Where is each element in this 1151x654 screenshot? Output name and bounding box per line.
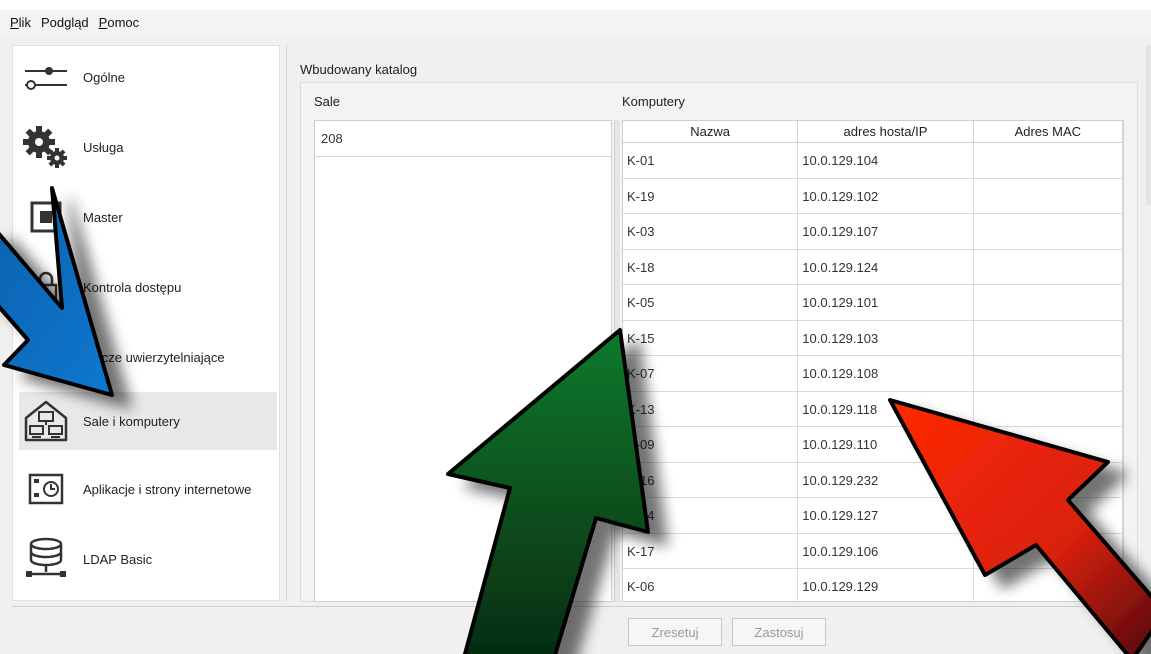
cell-name: K-18 xyxy=(623,249,799,284)
cell-host: 10.0.129.107 xyxy=(798,214,974,249)
sidebar-item-kontrola-dostepu[interactable]: Kontrola dostępu xyxy=(19,258,277,316)
table-row[interactable]: K-07 10.0.129.108 xyxy=(623,356,1123,392)
cell-host: 10.0.129.110 xyxy=(798,427,974,462)
column-header-host[interactable]: adres hosta/IP xyxy=(798,121,974,142)
access-control-icon xyxy=(19,262,73,312)
table-row[interactable]: K-05 10.0.129.101 xyxy=(623,285,1123,321)
cell-host: 10.0.129.103 xyxy=(798,320,974,355)
column-header-mac[interactable]: Adres MAC xyxy=(974,121,1123,142)
sidebar-item-usluga[interactable]: Usługa xyxy=(19,118,277,176)
cell-host: 10.0.129.118 xyxy=(798,391,974,426)
sidebar-item-label: Usługa xyxy=(83,139,124,155)
list-item[interactable]: 208 xyxy=(315,121,611,157)
menu-plik[interactable]: Plik xyxy=(10,15,31,30)
sidebar-item-label: Ogólne xyxy=(83,69,125,85)
sidebar-item-label: Master xyxy=(83,209,123,225)
cell-name: K-15 xyxy=(623,320,799,355)
window-top-strip xyxy=(0,0,1151,10)
bottom-divider xyxy=(12,606,1140,607)
cell-mac xyxy=(974,462,1123,497)
table-row[interactable]: K-15 10.0.129.103 xyxy=(623,320,1123,356)
table-header: Nazwa adres hosta/IP Adres MAC xyxy=(623,121,1123,143)
column-header-nazwa[interactable]: Nazwa xyxy=(623,121,799,142)
table-row[interactable]: K-19 10.0.129.102 xyxy=(623,178,1123,214)
cell-mac xyxy=(974,285,1123,320)
sidebar-item-label: LDAP Basic xyxy=(83,551,153,567)
cell-host: 10.0.129.101 xyxy=(798,285,974,320)
menubar: Plik Podgląd Pomoc xyxy=(0,10,1151,34)
cell-name: K-07 xyxy=(623,356,799,391)
table-row[interactable]: K-06 10.0.129.129 xyxy=(623,569,1123,601)
gears-icon xyxy=(19,122,73,172)
key-icon xyxy=(19,332,73,382)
cell-mac xyxy=(974,569,1123,601)
rooms-computers-icon xyxy=(19,396,73,446)
cell-mac xyxy=(974,391,1123,426)
table-body: K-01 10.0.129.104 K-19 10.0.129.102 K-03 10.0… xyxy=(623,143,1123,601)
cell-mac xyxy=(974,356,1123,391)
sidebar-item-sale-i-komputery[interactable]: Sale i komputery xyxy=(19,392,277,450)
sidebar-item-label: Kontrola dostępu xyxy=(83,279,182,295)
panel-splitter[interactable] xyxy=(286,45,287,601)
cell-name: K-14 xyxy=(623,498,799,533)
cell-name: K-09 xyxy=(623,427,799,462)
reset-button[interactable]: Zresetuj xyxy=(628,618,722,646)
sliders-icon xyxy=(19,52,73,102)
cell-name: K-16 xyxy=(623,462,799,497)
table-row[interactable]: K-03 10.0.129.107 xyxy=(623,214,1123,250)
cell-mac xyxy=(974,427,1123,462)
cell-host: 10.0.129.127 xyxy=(798,498,974,533)
sidebar-item-ldap-basic[interactable]: LDAP Basic xyxy=(19,530,277,588)
rooms-list[interactable]: 208 xyxy=(314,120,612,602)
list-splitter[interactable] xyxy=(614,120,620,602)
table-row[interactable]: K-16 10.0.129.232 xyxy=(623,462,1123,498)
cell-name: K-05 xyxy=(623,285,799,320)
menu-podglad[interactable]: Podgląd xyxy=(41,15,89,30)
cell-host: 10.0.129.232 xyxy=(798,462,974,497)
ldap-database-icon xyxy=(19,534,73,584)
cell-name: K-06 xyxy=(623,569,799,601)
table-row[interactable]: K-13 10.0.129.118 xyxy=(623,391,1123,427)
cell-name: K-03 xyxy=(623,214,799,249)
cell-name: K-19 xyxy=(623,178,799,213)
computers-table[interactable]: Nazwa adres hosta/IP Adres MAC K-01 10.0.… xyxy=(622,120,1124,602)
sidebar-item-aplikacje[interactable]: Aplikacje i strony internetowe xyxy=(19,460,277,518)
cell-mac xyxy=(974,498,1123,533)
sidebar-item-label: Aplikacje i strony internetowe xyxy=(83,481,252,497)
cell-mac xyxy=(974,249,1123,284)
cell-name: K-13 xyxy=(623,391,799,426)
sidebar-item-ogolne[interactable]: Ogólne xyxy=(19,48,277,106)
cell-mac xyxy=(974,178,1123,213)
apply-button[interactable]: Zastosuj xyxy=(732,618,826,646)
sidebar: Ogólne Usługa Master Kontrola dostępu Kl… xyxy=(12,45,280,601)
table-row[interactable]: K-09 10.0.129.110 xyxy=(623,427,1123,463)
cell-name: K-17 xyxy=(623,533,799,568)
table-row[interactable]: K-14 10.0.129.127 xyxy=(623,498,1123,534)
sidebar-item-label: Sale i komputery xyxy=(83,413,180,429)
scrollbar[interactable] xyxy=(1146,45,1151,205)
cell-host: 10.0.129.106 xyxy=(798,533,974,568)
cell-host: 10.0.129.104 xyxy=(798,143,974,178)
cell-mac xyxy=(974,214,1123,249)
komputery-heading: Komputery xyxy=(622,94,685,109)
cell-mac xyxy=(974,320,1123,355)
table-row[interactable]: K-18 10.0.129.124 xyxy=(623,249,1123,285)
cell-host: 10.0.129.102 xyxy=(798,178,974,213)
apps-websites-icon xyxy=(19,464,73,514)
sidebar-item-master[interactable]: Master xyxy=(19,188,277,246)
sale-heading: Sale xyxy=(314,94,341,109)
sidebar-item-label: Klucze uwierzytelniające xyxy=(83,349,225,365)
table-row[interactable]: K-17 10.0.129.106 xyxy=(623,533,1123,569)
cell-name: K-01 xyxy=(623,143,799,178)
cell-host: 10.0.129.108 xyxy=(798,356,974,391)
cell-host: 10.0.129.124 xyxy=(798,249,974,284)
cell-host: 10.0.129.129 xyxy=(798,569,974,601)
sidebar-item-klucze[interactable]: Klucze uwierzytelniające xyxy=(19,328,277,386)
menu-pomoc[interactable]: Pomoc xyxy=(99,15,139,30)
page-title: Wbudowany katalog xyxy=(300,62,418,77)
cell-mac xyxy=(974,533,1123,568)
master-icon xyxy=(19,192,73,242)
cell-mac xyxy=(974,143,1123,178)
table-row[interactable]: K-01 10.0.129.104 xyxy=(623,143,1123,179)
